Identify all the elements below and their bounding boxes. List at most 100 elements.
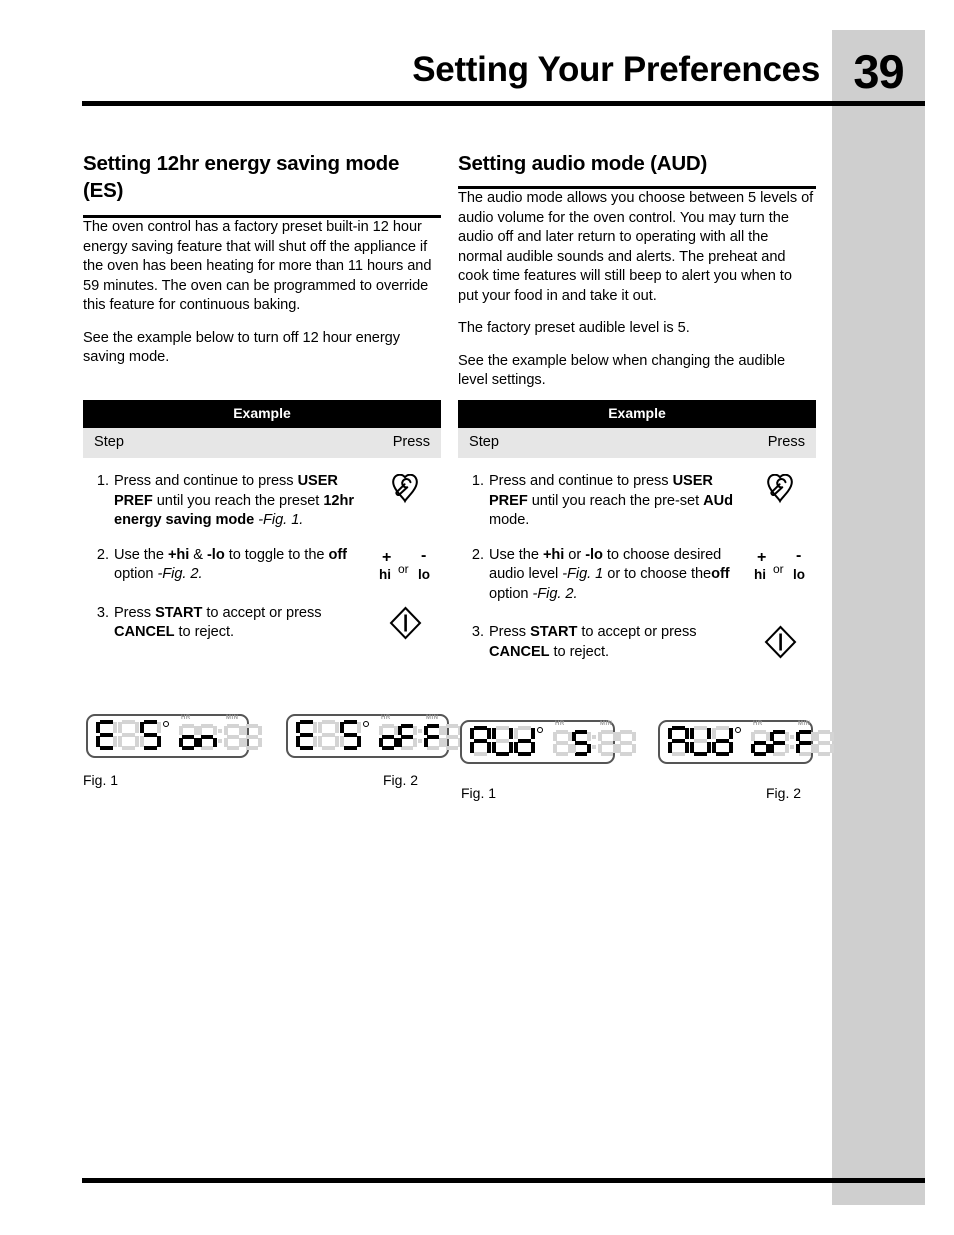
lcd-colon xyxy=(417,720,423,750)
right-column: Setting audio mode (AUD) The audio mode … xyxy=(458,150,816,391)
lcd-digit-blank-3 xyxy=(243,724,262,750)
minus-sign: - xyxy=(421,546,427,564)
lcd-degree-icon xyxy=(734,726,744,756)
lo-label: lo xyxy=(793,566,805,582)
right-section-heading: Setting audio mode (AUD) xyxy=(458,152,708,175)
lcd-min-label: MIN xyxy=(426,715,439,721)
lcd-digit-d xyxy=(514,726,535,756)
footer-rule xyxy=(82,1178,925,1183)
right-step-2: 2. Use the +hi or -lo to choose desired … xyxy=(458,546,816,605)
lcd-digit-blank-3 xyxy=(617,730,636,756)
right-example-table: Example Step Press 1. Press and continue… xyxy=(458,400,816,666)
right-step-3-icon-cell xyxy=(744,623,816,659)
right-figure-2-lcd: HR MIN xyxy=(658,720,834,764)
lcd-digit-F-1 xyxy=(398,724,417,750)
lcd-degree-icon xyxy=(362,720,372,750)
left-table-caption: Example xyxy=(83,400,441,428)
lcd-digit-U xyxy=(690,726,711,756)
or-label: or xyxy=(773,561,784,576)
lcd-colon xyxy=(591,726,597,756)
left-step-1: 1. Press and continue to press USER PREF… xyxy=(83,472,441,531)
plus-sign: + xyxy=(382,548,392,566)
hi-lo-icon[interactable]: + - hi or lo xyxy=(374,546,436,582)
lcd-digit-F-1 xyxy=(770,730,789,756)
lcd-digit-n xyxy=(198,724,217,750)
lcd-digit-blank-1 xyxy=(815,730,834,756)
right-step-1-text: Press and continue to press USER PREF un… xyxy=(489,473,733,528)
right-step-1: 1. Press and continue to press USER PREF… xyxy=(458,472,816,531)
right-step-2-icon-cell: + - hi or lo xyxy=(744,546,816,582)
lcd-digit-5 xyxy=(572,730,591,756)
right-figure-1-lcd: HR MIN xyxy=(460,720,636,764)
left-figure-2-lcd: HR MIN xyxy=(286,714,462,758)
user-pref-wrench-icon[interactable] xyxy=(763,474,797,504)
lcd-digit-S xyxy=(340,720,361,750)
right-step-3: 3. Press START to accept or press CANCEL… xyxy=(458,623,816,662)
left-table-subheader: Step Press xyxy=(83,428,441,458)
lcd-digit-A xyxy=(470,726,491,756)
start-diamond-icon[interactable] xyxy=(764,625,797,659)
page-number: 39 xyxy=(853,45,904,98)
left-step-2-number: 2. xyxy=(96,546,109,563)
or-label: or xyxy=(398,561,409,576)
left-step-2-icon-cell: + - hi or lo xyxy=(369,546,441,582)
lcd-min-label: MIN xyxy=(226,715,239,721)
hi-label: hi xyxy=(754,566,766,582)
left-col-step-label: Step xyxy=(94,434,125,450)
lo-label: lo xyxy=(418,566,430,582)
lcd-digit-blank-1 xyxy=(118,720,139,750)
left-col-press-label: Press xyxy=(392,434,430,450)
right-col-step-label: Step xyxy=(469,434,500,450)
page-title: Setting Your Preferences xyxy=(412,50,820,89)
lcd-hr-label: HR xyxy=(555,721,565,727)
left-example-table: Example Step Press 1. Press and continue… xyxy=(83,400,441,647)
lcd-digit-F-2: MIN xyxy=(424,715,443,750)
left-step-3-text: Press START to accept or press CANCEL to… xyxy=(114,604,322,641)
left-step-1-number: 1. xyxy=(96,473,109,489)
lcd-digit-blank-2: MIN xyxy=(598,721,617,756)
right-step-3-text: Press START to accept or press CANCEL to… xyxy=(489,624,697,660)
minus-sign: - xyxy=(796,546,802,564)
lcd-digit-E xyxy=(96,720,117,750)
lcd-colon xyxy=(217,720,223,750)
lcd-digit-blank-1: HR xyxy=(553,721,572,756)
right-paragraph-2: The factory preset audible level is 5. xyxy=(458,320,690,336)
left-paragraph-1: The oven control has a factory preset bu… xyxy=(83,219,432,313)
left-step-3-number: 3. xyxy=(96,604,109,621)
header-rule xyxy=(82,101,925,106)
start-diamond-icon[interactable] xyxy=(389,606,422,640)
right-step-1-number: 1. xyxy=(471,473,484,489)
left-steps-list: 1. Press and continue to press USER PREF… xyxy=(83,458,441,643)
left-figure-2-label: Fig. 2 xyxy=(383,772,419,788)
lcd-digit-E xyxy=(296,720,317,750)
lcd-digit-o: HR xyxy=(379,715,398,750)
lcd-colon xyxy=(789,726,795,756)
lcd-digit-d xyxy=(712,726,733,756)
user-pref-wrench-icon[interactable] xyxy=(388,474,422,504)
plus-sign: + xyxy=(757,548,767,566)
lcd-hr-label: HR xyxy=(381,715,391,721)
left-step-2-text: Use the +hi & -lo to toggle to the off o… xyxy=(114,546,347,583)
left-step-3-icon-cell xyxy=(369,604,441,640)
lcd-digit-o: HR xyxy=(179,715,198,750)
right-step-2-number: 2. xyxy=(471,546,484,563)
lcd-digit-F-2: MIN xyxy=(796,721,815,756)
right-step-2-text: Use the +hi or -lo to choose desired aud… xyxy=(489,546,730,602)
left-step-1-text: Press and continue to press USER PREF un… xyxy=(114,473,354,528)
hi-label: hi xyxy=(379,566,391,582)
left-paragraph-2: See the example below to turn off 12 hou… xyxy=(83,329,400,366)
left-column: Setting 12hr energy saving mode (ES) The… xyxy=(83,150,441,368)
right-figure-2-label: Fig. 2 xyxy=(766,785,802,801)
right-step-3-number: 3. xyxy=(471,624,484,640)
right-paragraph-3: See the example below when changing the … xyxy=(458,352,786,389)
lcd-digit-U xyxy=(492,726,513,756)
lcd-digit-A xyxy=(668,726,689,756)
left-figure-1-label: Fig. 1 xyxy=(83,772,119,788)
lcd-hr-label: HR xyxy=(753,721,763,727)
right-table-subheader: Step Press xyxy=(458,428,816,458)
hi-lo-icon[interactable]: + - hi or lo xyxy=(749,546,811,582)
lcd-degree-icon xyxy=(162,720,172,750)
right-steps-list: 1. Press and continue to press USER PREF… xyxy=(458,458,816,662)
right-col-press-label: Press xyxy=(767,434,805,450)
lcd-degree-icon xyxy=(536,726,546,756)
